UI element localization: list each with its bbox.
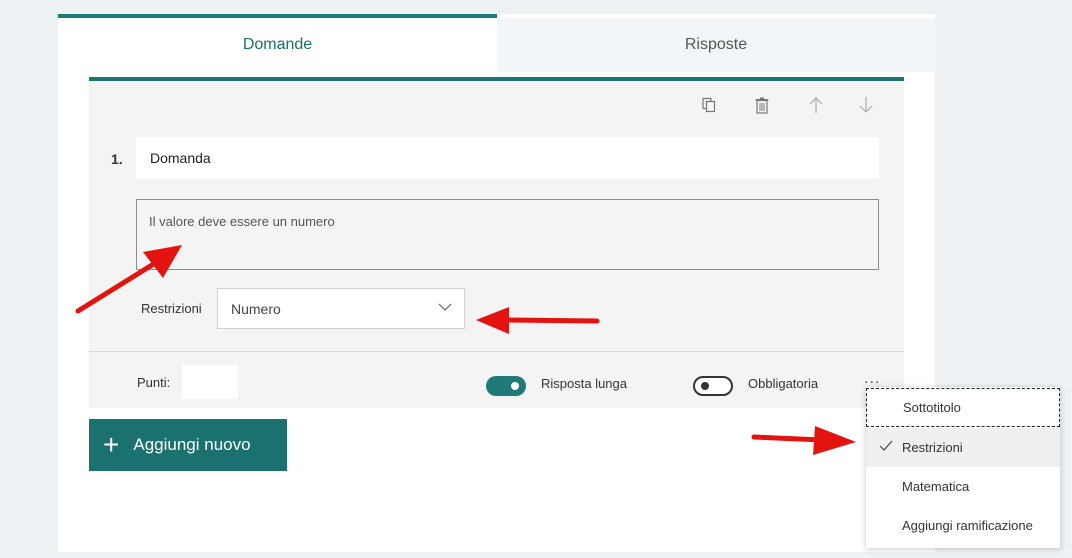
form-editor-card: Domande Risposte 1. Domanda Il valore de… [58,14,935,552]
question-footer: Punti: Risposta lunga Obbligatoria ... [89,351,904,408]
menu-item-aggiungi-ramificazione[interactable]: Aggiungi ramificazione [866,506,1060,545]
required-label: Obbligatoria [748,376,819,391]
restrictions-label: Restrizioni [141,301,202,316]
chevron-down-icon [438,300,452,317]
menu-item-restrizioni[interactable]: Restrizioni [866,428,1060,467]
more-options-button[interactable]: ... [864,370,880,388]
restrictions-dropdown[interactable]: Numero [217,288,465,329]
question-card[interactable]: 1. Domanda Il valore deve essere un nume… [89,77,904,408]
menu-item-label: Sottotitolo [903,400,961,415]
menu-item-label: Restrizioni [902,440,963,455]
add-new-button[interactable]: + Aggiungi nuovo [89,419,287,471]
more-options-menu: Sottotitolo Restrizioni Matematica Aggiu… [866,387,1060,548]
add-new-label: Aggiungi nuovo [133,435,251,454]
tab-domande[interactable]: Domande [58,14,497,72]
question-title-text: Domanda [150,150,211,166]
question-subtitle-text: Il valore deve essere un numero [149,214,335,229]
copy-icon[interactable] [699,95,719,115]
trash-icon[interactable] [752,95,772,115]
required-toggle[interactable] [693,376,733,396]
check-icon [879,439,893,456]
toggle-knob [511,382,519,390]
question-subtitle-input[interactable]: Il valore deve essere un numero [136,199,879,270]
arrow-down-icon[interactable] [856,95,876,115]
menu-item-sottotitolo[interactable]: Sottotitolo [866,388,1060,427]
toggle-knob [701,382,709,390]
points-label: Punti: [137,375,171,390]
question-number: 1. [111,151,123,167]
arrow-up-icon[interactable] [806,95,826,115]
page-edge [0,0,8,558]
menu-item-matematica[interactable]: Matematica [866,467,1060,506]
points-input[interactable] [182,365,238,399]
restrictions-value: Numero [231,300,281,317]
plus-icon: + [103,429,120,460]
long-answer-toggle[interactable] [486,376,526,396]
question-title-input[interactable]: Domanda [136,137,879,179]
menu-item-label: Matematica [902,479,970,494]
tab-domande-label: Domande [242,36,313,53]
tab-risposte-label: Risposte [684,36,748,53]
tab-risposte[interactable]: Risposte [497,18,935,72]
long-answer-label: Risposta lunga [541,376,627,391]
menu-item-label: Aggiungi ramificazione [902,518,1033,533]
